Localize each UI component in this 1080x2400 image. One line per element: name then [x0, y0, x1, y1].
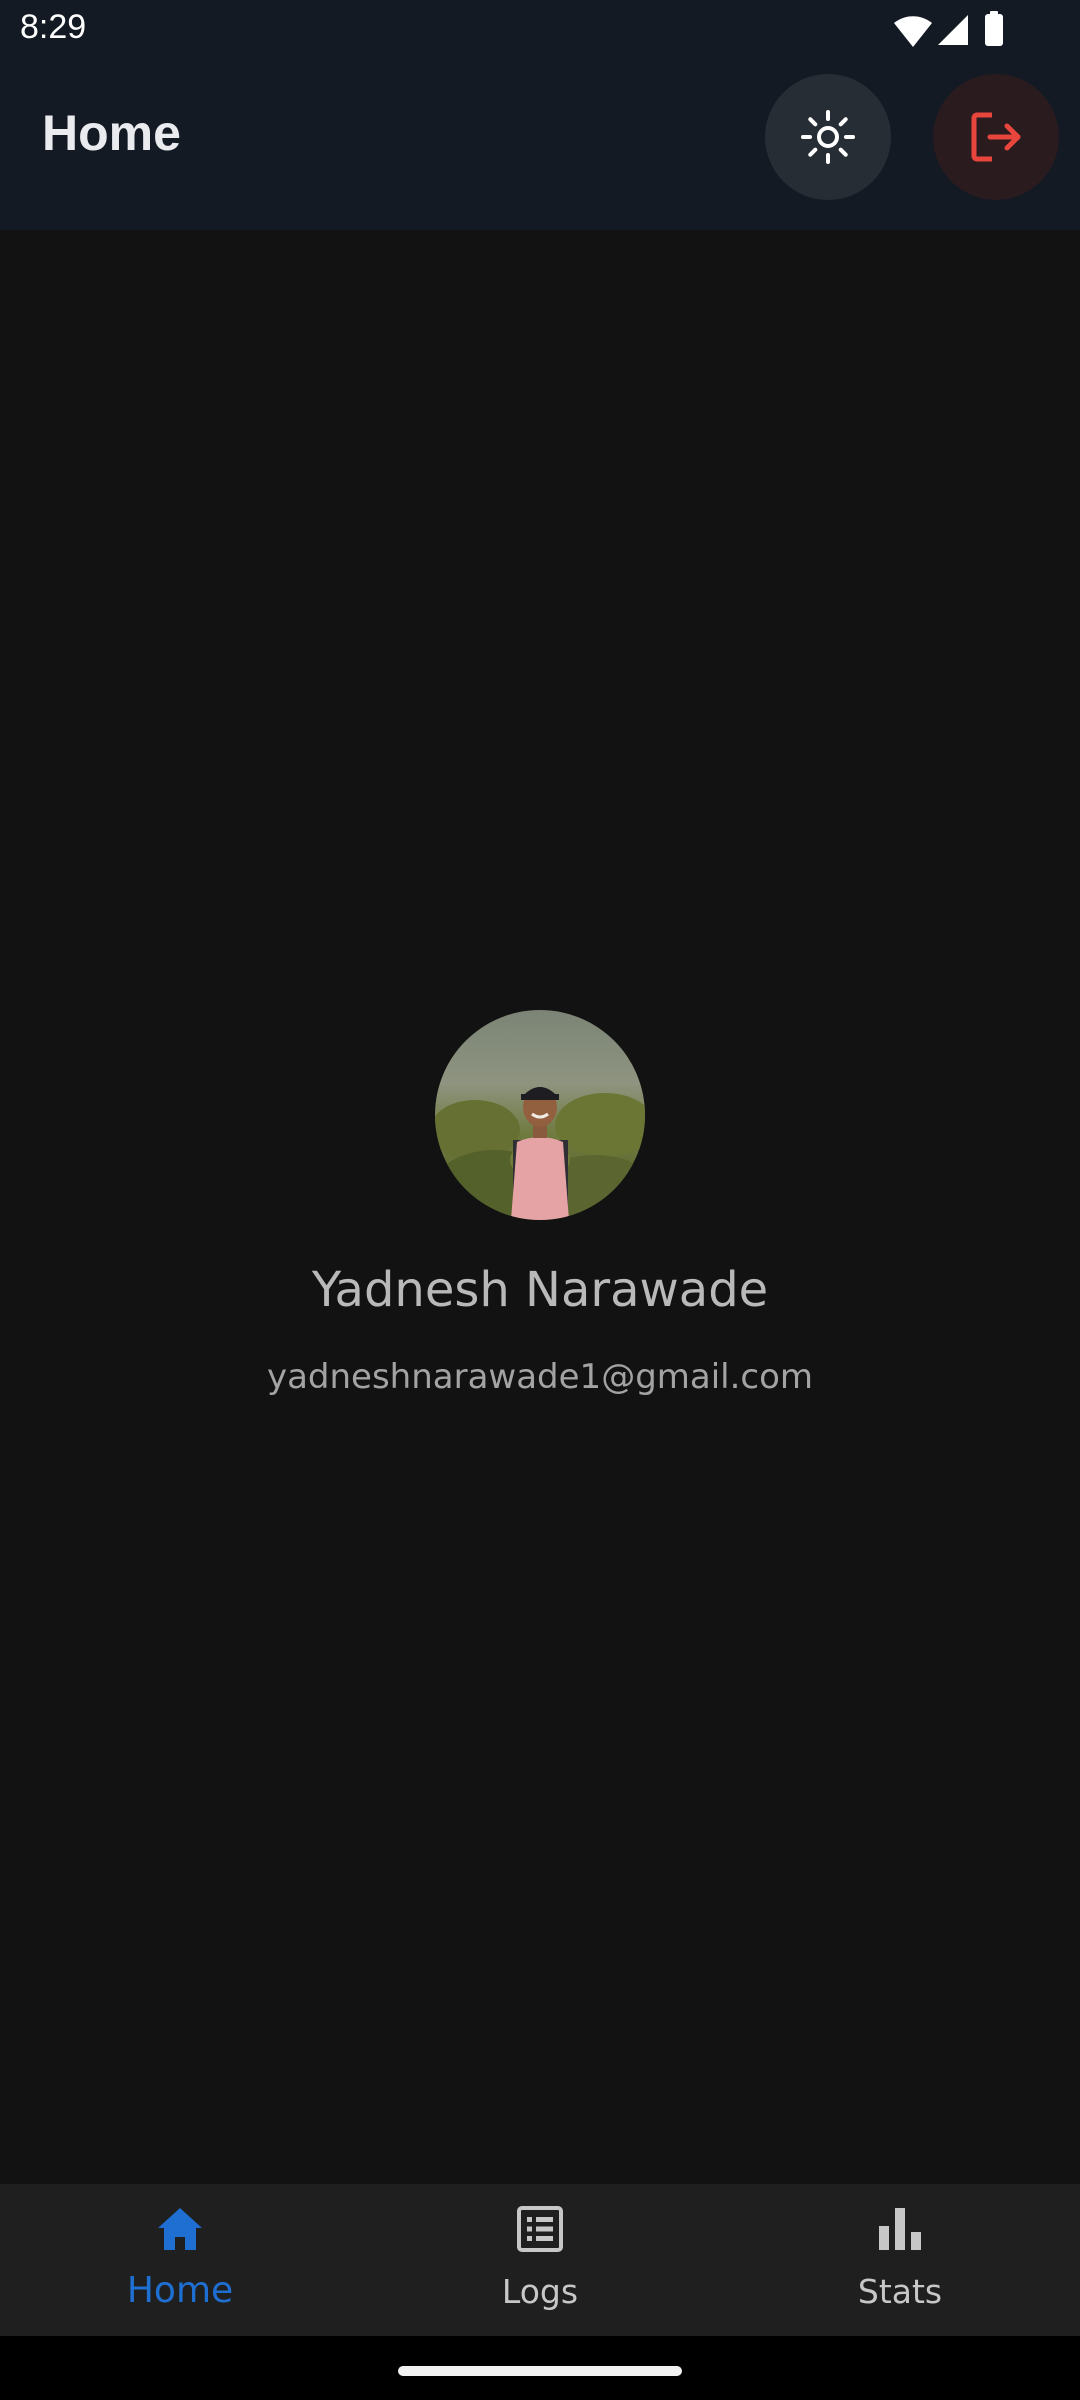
logout-button[interactable]: [933, 74, 1059, 200]
home-icon: [158, 2208, 202, 2250]
nav-label-stats: Stats: [857, 2272, 943, 2311]
gesture-handle[interactable]: [398, 2366, 682, 2376]
nav-item-stats[interactable]: Stats: [720, 2184, 1080, 2336]
bar-chart-icon: [879, 2208, 921, 2250]
profile-email: yadneshnarawade1@gmail.com: [266, 1357, 814, 1397]
signal-icon: [938, 15, 968, 45]
wifi-icon: [894, 16, 932, 47]
list-icon: [517, 2206, 563, 2252]
profile-name: Yadnesh Narawade: [311, 1262, 769, 1318]
avatar: [435, 1010, 645, 1220]
nav-label-logs: Logs: [501, 2272, 579, 2311]
nav-item-logs[interactable]: Logs: [360, 2184, 720, 2336]
nav-item-home[interactable]: Home: [0, 2184, 360, 2336]
nav-label-home: Home: [126, 2270, 234, 2311]
status-time: 8:29: [20, 8, 87, 46]
sun-icon: [801, 110, 855, 164]
gesture-area: [0, 2336, 1080, 2400]
page-title: Home: [42, 105, 181, 161]
status-bar: 8:29: [0, 0, 1080, 64]
battery-icon: [985, 11, 1003, 46]
logout-icon: [971, 112, 1021, 162]
app-bar: Home: [0, 64, 1080, 230]
avatar-image: [435, 1010, 645, 1220]
screen: 8:29 Home Yadnesh Narawade yadneshnarawa…: [0, 0, 1080, 2400]
bottom-navigation: Home Logs Stats: [0, 2184, 1080, 2336]
theme-toggle-button[interactable]: [765, 74, 891, 200]
